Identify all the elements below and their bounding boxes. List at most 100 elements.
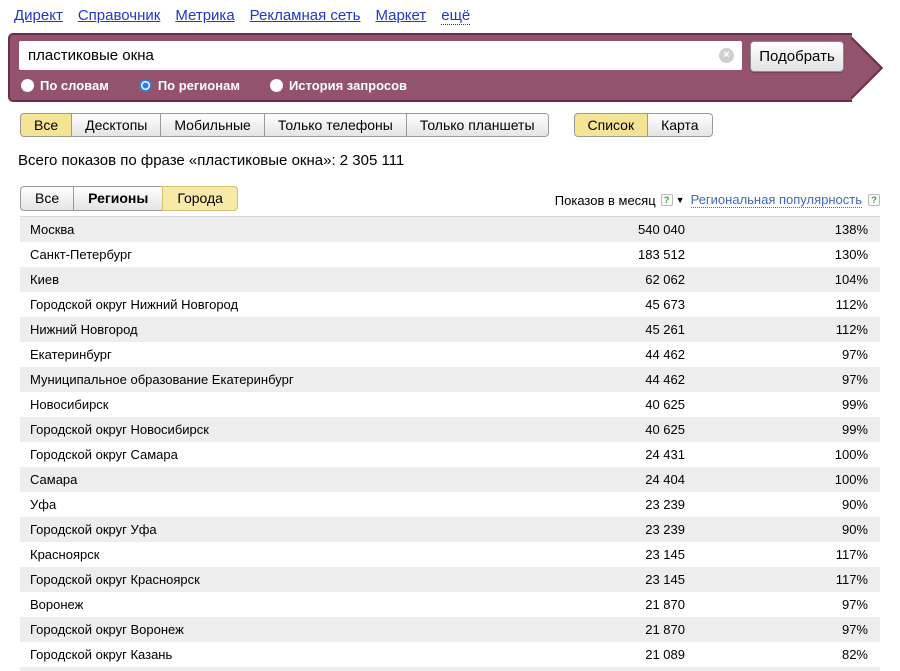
table-row: Городской округ Казань21 08982% — [20, 642, 880, 667]
region-name: Санкт-Петербург — [30, 242, 565, 267]
search-box: × — [19, 41, 742, 70]
table-row: Красноярск23 145117% — [20, 542, 880, 567]
region-name: Воронеж — [30, 592, 565, 617]
region-name: Новосибирск — [30, 392, 565, 417]
region-name: Киев — [30, 267, 565, 292]
popularity-value: 112% — [685, 317, 868, 342]
table-row: Казань21 07782% — [20, 667, 880, 671]
popularity-value: 130% — [685, 242, 868, 267]
search-submit-button[interactable]: Подобрать — [750, 41, 844, 72]
clear-icon[interactable]: × — [719, 48, 734, 63]
column-popularity-link[interactable]: Региональная популярность — [691, 192, 862, 208]
help-icon[interactable]: ? — [868, 194, 880, 206]
nav-link-market[interactable]: Маркет — [375, 7, 426, 24]
impressions-value: 540 040 — [565, 217, 685, 242]
popularity-value: 90% — [685, 492, 868, 517]
table-row: Санкт-Петербург183 512130% — [20, 242, 880, 267]
table-row: Екатеринбург44 46297% — [20, 342, 880, 367]
table-row: Городской округ Красноярск23 145117% — [20, 567, 880, 592]
top-nav: Директ Справочник Метрика Рекламная сеть… — [0, 0, 900, 30]
scope-tab-all[interactable]: Все — [20, 186, 74, 211]
total-impressions-text: Всего показов по фразе «пластиковые окна… — [18, 152, 900, 169]
popularity-value: 99% — [685, 392, 868, 417]
table-row: Муниципальное образование Екатеринбург44… — [20, 367, 880, 392]
radio-unselected-icon[interactable] — [21, 79, 34, 92]
impressions-value: 44 462 — [565, 367, 685, 392]
mode-label: По регионам — [158, 78, 240, 93]
column-impressions[interactable]: Показов в месяц ? ▼ — [555, 193, 685, 208]
impressions-value: 21 089 — [565, 642, 685, 667]
column-impressions-label: Показов в месяц — [555, 193, 656, 208]
regions-table: Все Регионы Города Показов в месяц ? ▼ Р… — [20, 186, 880, 671]
nav-link-ad-network[interactable]: Рекламная сеть — [250, 7, 361, 24]
tab-all-devices[interactable]: Все — [20, 113, 72, 137]
impressions-value: 21 077 — [565, 667, 685, 671]
help-icon[interactable]: ? — [661, 194, 673, 206]
impressions-value: 23 145 — [565, 542, 685, 567]
tab-map-view[interactable]: Карта — [648, 113, 712, 137]
popularity-value: 117% — [685, 542, 868, 567]
nav-link-more[interactable]: ещё — [441, 7, 470, 25]
impressions-value: 21 870 — [565, 617, 685, 642]
impressions-value: 24 431 — [565, 442, 685, 467]
radio-unselected-icon[interactable] — [270, 79, 283, 92]
table-row: Уфа23 23990% — [20, 492, 880, 517]
region-name: Казань — [30, 667, 565, 671]
table-row: Нижний Новгород45 261112% — [20, 317, 880, 342]
table-row: Городской округ Воронеж21 87097% — [20, 617, 880, 642]
region-name: Красноярск — [30, 542, 565, 567]
filter-tabs-row: Все Десктопы Мобильные Только телефоны Т… — [20, 113, 900, 137]
search-banner: × Подобрать По словам По регионам Истори… — [8, 33, 852, 102]
popularity-value: 138% — [685, 217, 868, 242]
region-name: Городской округ Казань — [30, 642, 565, 667]
tab-group-gap — [549, 113, 574, 137]
scope-tab-cities[interactable]: Города — [162, 186, 238, 211]
radio-selected-icon[interactable] — [139, 79, 152, 92]
popularity-value: 97% — [685, 592, 868, 617]
mode-query-history[interactable]: История запросов — [270, 78, 407, 93]
tab-phones-only[interactable]: Только телефоны — [265, 113, 407, 137]
region-name: Городской округ Красноярск — [30, 567, 565, 592]
tab-tablets-only[interactable]: Только планшеты — [407, 113, 549, 137]
popularity-value: 99% — [685, 417, 868, 442]
tab-desktops[interactable]: Десктопы — [72, 113, 161, 137]
impressions-value: 40 625 — [565, 392, 685, 417]
mode-label: История запросов — [289, 78, 407, 93]
search-input[interactable] — [19, 41, 742, 70]
table-row: Киев62 062104% — [20, 267, 880, 292]
nav-link-spravochnik[interactable]: Справочник — [78, 7, 161, 24]
region-name: Городской округ Воронеж — [30, 617, 565, 642]
region-name: Самара — [30, 467, 565, 492]
sort-desc-icon: ▼ — [676, 195, 685, 205]
table-row: Воронеж21 87097% — [20, 592, 880, 617]
column-headers: Показов в месяц ? ▼ Региональная популяр… — [555, 192, 880, 211]
popularity-value: 97% — [685, 617, 868, 642]
impressions-value: 23 145 — [565, 567, 685, 592]
popularity-value: 100% — [685, 442, 868, 467]
popularity-value: 100% — [685, 467, 868, 492]
tab-mobile[interactable]: Мобильные — [161, 113, 265, 137]
region-name: Городской округ Новосибирск — [30, 417, 565, 442]
region-name: Городской округ Уфа — [30, 517, 565, 542]
popularity-value: 82% — [685, 642, 868, 667]
table-row: Москва540 040138% — [20, 217, 880, 242]
region-name: Москва — [30, 217, 565, 242]
impressions-value: 23 239 — [565, 517, 685, 542]
table-header: Все Регионы Города Показов в месяц ? ▼ Р… — [20, 186, 880, 217]
impressions-value: 45 261 — [565, 317, 685, 342]
popularity-value: 97% — [685, 367, 868, 392]
table-row: Самара24 404100% — [20, 467, 880, 492]
scope-tab-regions[interactable]: Регионы — [74, 186, 163, 211]
nav-link-metrika[interactable]: Метрика — [175, 7, 234, 24]
impressions-value: 45 673 — [565, 292, 685, 317]
table-row: Городской округ Уфа23 23990% — [20, 517, 880, 542]
impressions-value: 24 404 — [565, 467, 685, 492]
mode-by-words[interactable]: По словам — [21, 78, 109, 93]
region-name: Уфа — [30, 492, 565, 517]
nav-link-direct[interactable]: Директ — [14, 7, 63, 24]
popularity-value: 97% — [685, 342, 868, 367]
tab-list-view[interactable]: Список — [574, 113, 649, 137]
impressions-value: 21 870 — [565, 592, 685, 617]
popularity-value: 117% — [685, 567, 868, 592]
mode-by-regions[interactable]: По регионам — [139, 78, 240, 93]
